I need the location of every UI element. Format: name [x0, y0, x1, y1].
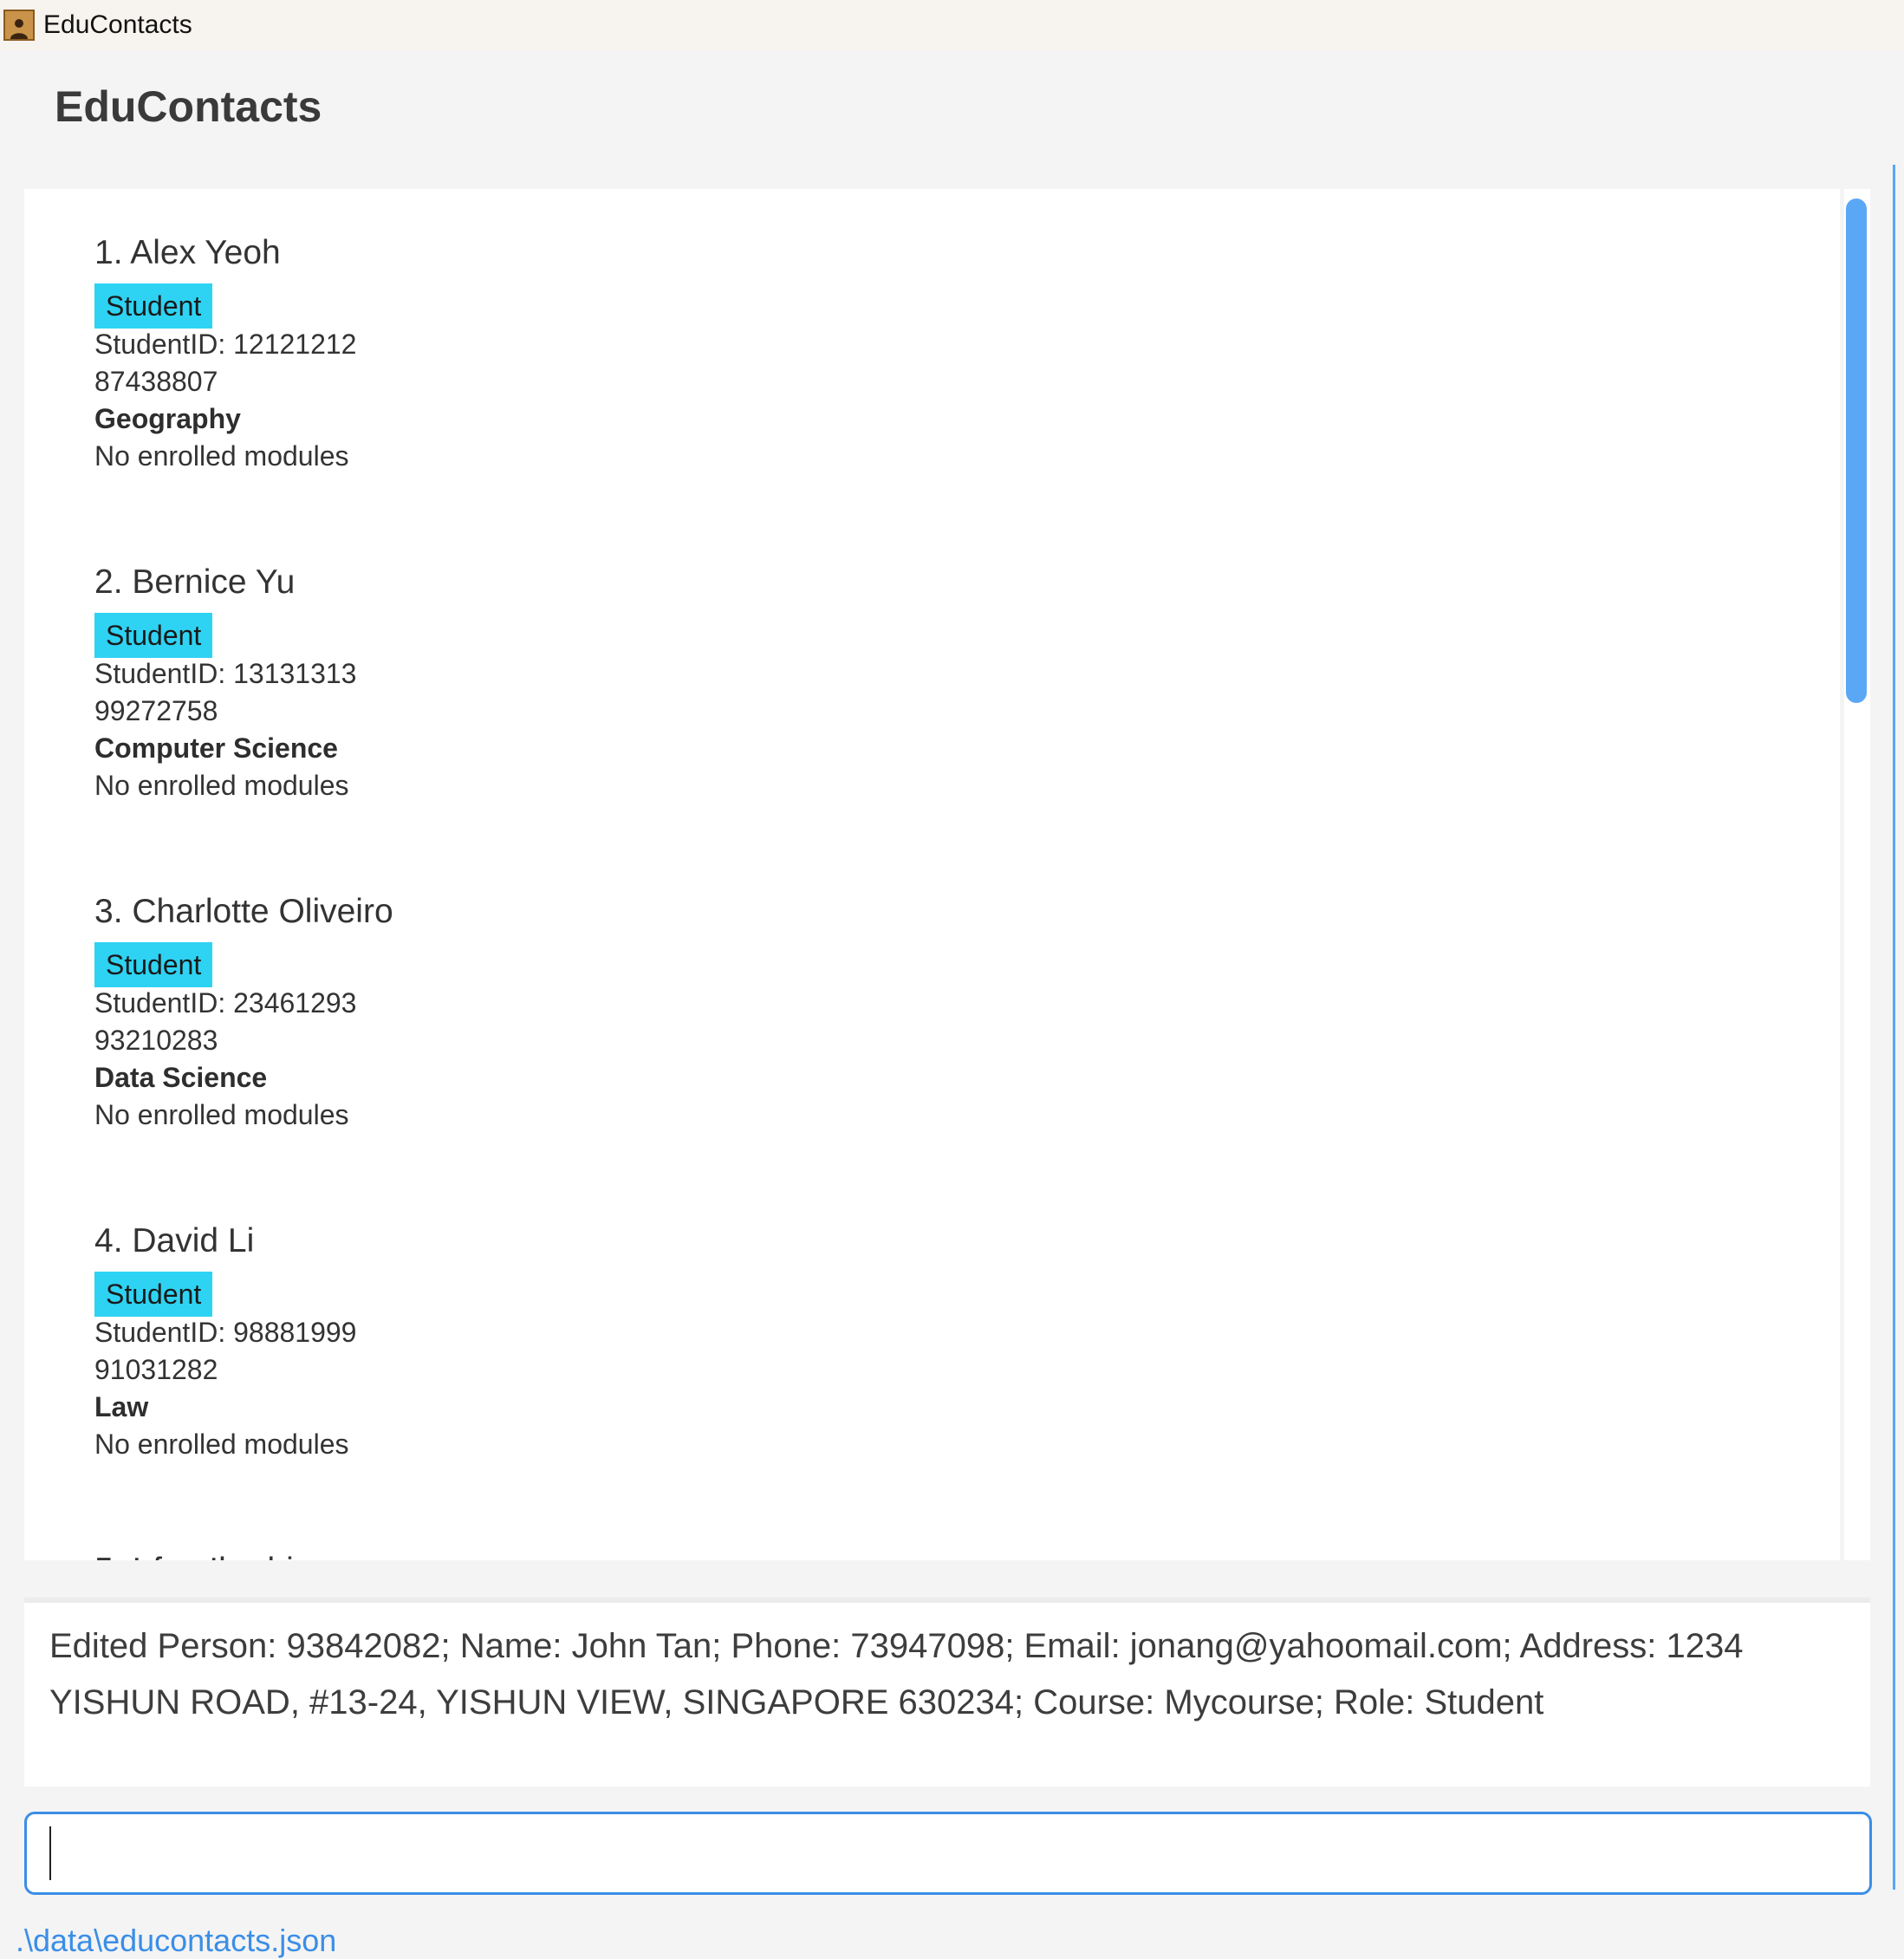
person-card[interactable]: 1. Alex Yeoh Student StudentID: 12121212…: [94, 189, 1741, 472]
person-name: 1. Alex Yeoh: [94, 234, 281, 271]
phone-number: 99272758: [94, 695, 218, 726]
student-id: StudentID: 23461293: [94, 987, 357, 1019]
page-title: EduContacts: [55, 82, 322, 131]
student-id: StudentID: 13131313: [94, 658, 357, 689]
person-card[interactable]: 3. Charlotte Oliveiro Student StudentID:…: [94, 848, 1741, 1130]
role-badge: Student: [94, 1272, 213, 1317]
text-caret: [49, 1826, 51, 1880]
student-id: StudentID: 12121212: [94, 329, 357, 360]
status-bar: .\data\educontacts.json: [0, 1898, 1904, 1959]
course-name: Data Science: [94, 1062, 268, 1093]
result-display: Edited Person: 93842082; Name: John Tan;…: [24, 1598, 1870, 1787]
phone-number: 91031282: [94, 1354, 218, 1385]
enrolled-modules: No enrolled modules: [94, 1099, 349, 1130]
role-badge: Student: [94, 942, 213, 987]
person-card[interactable]: 4. David Li Student StudentID: 98881999 …: [94, 1177, 1741, 1460]
enrolled-modules: No enrolled modules: [94, 1429, 349, 1460]
command-input[interactable]: [24, 1812, 1872, 1895]
person-name: 4. David Li: [94, 1222, 255, 1259]
person-name: 3. Charlotte Oliveiro: [94, 893, 393, 930]
result-message: Edited Person: 93842082; Name: John Tan;…: [49, 1627, 1744, 1721]
contacts-book-icon: [3, 10, 35, 41]
phone-number: 93210283: [94, 1025, 218, 1056]
course-name: Law: [94, 1391, 149, 1422]
enrolled-modules: No enrolled modules: [94, 440, 349, 472]
person-name: 2. Bernice Yu: [94, 563, 296, 601]
app-header: EduContacts: [0, 50, 1904, 165]
student-id: StudentID: 98881999: [94, 1317, 357, 1348]
save-file-path: .\data\educontacts.json: [16, 1923, 337, 1958]
person-card[interactable]: 5. Irfan Ibrahim: [94, 1507, 1741, 1560]
person-name: 5. Irfan Ibrahim: [94, 1552, 322, 1560]
course-name: Geography: [94, 403, 241, 434]
window-title: EduContacts: [43, 10, 192, 39]
person-card[interactable]: 2. Bernice Yu Student StudentID: 1313131…: [94, 518, 1741, 801]
role-badge: Student: [94, 613, 213, 658]
person-list-panel[interactable]: 1. Alex Yeoh Student StudentID: 12121212…: [24, 189, 1840, 1560]
window-edge-divider: [1893, 165, 1895, 1890]
course-name: Computer Science: [94, 732, 338, 764]
list-scrollbar-thumb[interactable]: [1846, 199, 1867, 703]
role-badge: Student: [94, 283, 213, 329]
phone-number: 87438807: [94, 366, 218, 397]
window-titlebar: EduContacts: [0, 0, 1904, 50]
enrolled-modules: No enrolled modules: [94, 770, 349, 801]
